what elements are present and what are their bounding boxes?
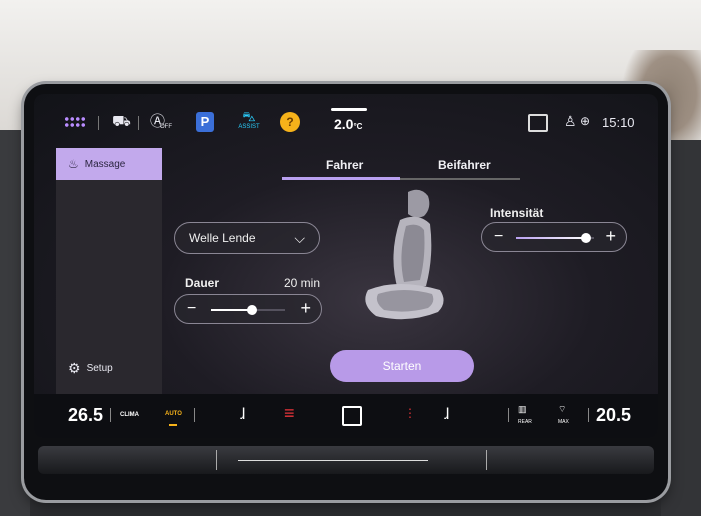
- seat-passenger-icon[interactable]: ɺ: [444, 406, 449, 424]
- massage-program-dropdown[interactable]: Welle Lende ⌵: [174, 222, 320, 254]
- outside-temp-value: 2.0: [334, 116, 354, 132]
- dropdown-value: Welle Lende: [189, 231, 256, 245]
- driver-temp[interactable]: 26.5: [68, 405, 103, 426]
- sidebar-item-massage[interactable]: ♨ Massage: [56, 148, 162, 180]
- plus-icon[interactable]: +: [300, 298, 311, 319]
- outside-temp-unit: °C: [353, 122, 363, 131]
- divider: [110, 408, 111, 422]
- intensity-label: Intensität: [490, 206, 544, 220]
- intensity-knob[interactable]: [581, 233, 592, 243]
- status-bar: ⛟ Ⓐ OFF P ⛍ ASSIST ? 2.0°C ♙ ⊕ 15:10: [34, 94, 658, 150]
- plus-icon[interactable]: +: [605, 226, 616, 247]
- tab-active-indicator: [282, 177, 400, 180]
- clima-button[interactable]: CLIMA: [120, 412, 139, 418]
- rear-label: REAR: [518, 419, 532, 425]
- divider: [138, 116, 139, 130]
- tab-beifahrer[interactable]: Beifahrer: [438, 158, 491, 172]
- auto-indicator: [169, 424, 177, 426]
- duration-track: [211, 305, 285, 315]
- apps-grid-icon[interactable]: [64, 116, 86, 128]
- tab-fahrer[interactable]: Fahrer: [326, 158, 363, 172]
- heat-level-dots-icon[interactable]: ⋮: [404, 406, 416, 420]
- assist-label: ASSIST: [238, 124, 260, 130]
- setup-label: Setup: [86, 363, 113, 374]
- intensity-track: [516, 233, 594, 243]
- divider: [98, 116, 99, 130]
- auto-button[interactable]: AUTO: [165, 411, 182, 417]
- minus-icon[interactable]: −: [187, 300, 196, 318]
- warning-icon[interactable]: ?: [280, 112, 300, 132]
- seat-massage-icon: ♨: [68, 157, 79, 171]
- globe-icon[interactable]: ⊕: [580, 114, 590, 128]
- intensity-slider[interactable]: − +: [481, 222, 627, 252]
- assist-icon[interactable]: ⛍ ASSIST: [234, 110, 264, 136]
- strip-divider: [486, 450, 487, 470]
- assist-car-icon: ⛍: [242, 109, 256, 124]
- off-label: OFF: [160, 124, 172, 130]
- user-icon[interactable]: ♙: [564, 113, 577, 130]
- sidebar: ♨ Massage ⚙ Setup: [56, 148, 162, 394]
- max-label: MAX: [558, 419, 569, 425]
- strip-divider: [216, 450, 217, 470]
- seat-heat-driver-icon[interactable]: ɺ: [240, 406, 245, 424]
- max-defrost-icon[interactable]: ⌔ MAX: [558, 404, 569, 425]
- duration-value: 20 min: [284, 276, 321, 290]
- duration-slider[interactable]: − +: [174, 294, 322, 324]
- duration-knob[interactable]: [246, 305, 257, 315]
- car-icon[interactable]: ⛟: [112, 113, 131, 132]
- setup-button[interactable]: ⚙ Setup: [68, 360, 113, 377]
- sidebar-item-label: Massage: [84, 158, 126, 170]
- start-button[interactable]: Starten: [330, 350, 474, 382]
- parking-icon[interactable]: P: [196, 112, 214, 132]
- auto-hold-icon[interactable]: Ⓐ OFF: [150, 110, 172, 131]
- rear-defrost-icon[interactable]: ▥ REAR: [518, 404, 532, 425]
- seat-illustration: [365, 189, 444, 320]
- message-icon[interactable]: [528, 114, 548, 132]
- strip-line: [238, 460, 428, 461]
- seat-heat-level-icon[interactable]: ≡: [284, 403, 295, 424]
- minus-icon[interactable]: −: [494, 228, 503, 246]
- touch-slider-strip[interactable]: [38, 446, 654, 474]
- gear-icon: ⚙: [68, 360, 81, 376]
- divider: [588, 408, 589, 422]
- climate-bar: 26.5 CLIMA AUTO ɺ ≡ ⋮ ɺ ▥ REAR ⌔ MAX 20.5: [34, 394, 658, 438]
- divider: [194, 408, 195, 422]
- chevron-down-icon: ⌵: [294, 229, 305, 246]
- duration-label: Dauer: [185, 276, 220, 290]
- divider: [508, 408, 509, 422]
- passenger-temp[interactable]: 20.5: [596, 405, 631, 426]
- outside-temp: 2.0°C: [334, 116, 362, 132]
- recirculation-icon[interactable]: [342, 406, 362, 426]
- clock: 15:10: [602, 115, 635, 130]
- temp-indicator-bar: [331, 108, 367, 111]
- infotainment-screen: ⛟ Ⓐ OFF P ⛍ ASSIST ? 2.0°C ♙ ⊕ 15:10 ♨ Mas…: [34, 94, 658, 438]
- intensity-fill: [516, 237, 587, 239]
- duration-fill: [211, 309, 252, 311]
